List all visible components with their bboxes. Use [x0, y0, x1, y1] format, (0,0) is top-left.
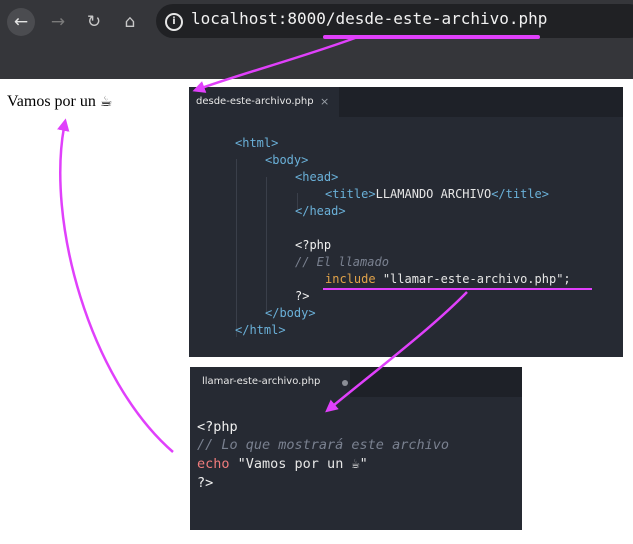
reload-icon: ↻	[86, 12, 102, 32]
editor-panel-included: llamar-este-archivo.php <?php // Lo que …	[190, 367, 522, 530]
code-area[interactable]: <?php // Lo que mostrará este archivo ec…	[190, 367, 522, 530]
site-info-icon[interactable]: i	[165, 13, 183, 31]
code-area[interactable]: <html> <body> <head> <title>LLAMANDO ARC…	[189, 87, 623, 357]
address-bar[interactable]: i localhost:8000/desde-este-archivo.php	[156, 4, 633, 38]
browser-toolbar: ← → ↻ ⌂ i localhost:8000/desde-este-arch…	[0, 0, 633, 44]
coffee-icon: ☕	[99, 94, 113, 110]
code-line: </html>	[235, 323, 286, 337]
code-line: ?>	[295, 289, 310, 303]
forward-arrow-icon: →	[50, 12, 66, 32]
home-button[interactable]: ⌂	[116, 8, 144, 36]
code-line: echo "Vamos por un ☕"	[197, 456, 368, 472]
code-line: <head>	[295, 170, 339, 184]
editor-panel-main: desde-este-archivo.php × <html> <body> <…	[189, 87, 623, 357]
code-line: <?php	[295, 238, 332, 252]
url-text[interactable]: localhost:8000/desde-este-archivo.php	[191, 9, 547, 28]
code-line: // El llamado	[295, 255, 389, 269]
code-line: <?php	[197, 419, 238, 435]
bookmarks-bar	[0, 44, 633, 79]
output-text: Vamos por un	[7, 93, 96, 110]
arrow-echo-to-output	[57, 118, 174, 453]
forward-button[interactable]: →	[44, 8, 72, 36]
back-button[interactable]: ←	[7, 8, 35, 36]
code-line: <html>	[235, 136, 279, 150]
indent-guide	[236, 159, 237, 337]
code-line: <title>LLAMANDO ARCHIVO</title>	[325, 187, 549, 201]
code-line: </head>	[295, 204, 346, 218]
home-icon: ⌂	[124, 12, 136, 32]
code-line: // Lo que mostrará este archivo	[197, 437, 449, 453]
code-line-include: include "llamar-este-archivo.php";	[325, 272, 571, 286]
page-output: Vamos por un ☕	[7, 93, 112, 111]
indent-guide	[266, 177, 267, 313]
code-line: ?>	[197, 475, 214, 491]
back-arrow-icon: ←	[13, 12, 29, 32]
reload-button[interactable]: ↻	[80, 8, 108, 36]
code-line: </body>	[265, 306, 316, 320]
code-line: <body>	[265, 153, 309, 167]
